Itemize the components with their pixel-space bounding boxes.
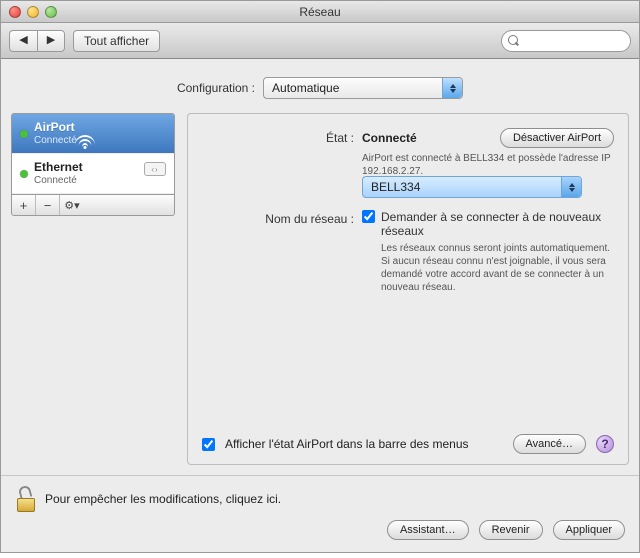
show-in-menubar-label: Afficher l'état AirPort dans la barre de…	[225, 437, 469, 451]
ethernet-icon: ‹›	[144, 162, 166, 176]
service-action-button[interactable]: ⚙︎▾	[60, 195, 84, 215]
forward-button[interactable]: ▶	[37, 30, 65, 52]
assistant-button[interactable]: Assistant…	[387, 520, 469, 540]
location-label: Configuration :	[177, 81, 255, 95]
window-title: Réseau	[1, 5, 639, 19]
search-input[interactable]	[512, 34, 640, 48]
ask-to-join-checkbox[interactable]	[362, 210, 375, 223]
titlebar: Réseau	[1, 1, 639, 23]
wifi-icon	[75, 135, 95, 149]
detail-panel: État : Connecté Désactiver AirPort AirPo…	[187, 113, 629, 465]
nav-segmented: ◀ ▶	[9, 30, 65, 52]
status-dot-icon	[20, 130, 28, 138]
gear-icon: ⚙︎▾	[64, 199, 79, 212]
back-button[interactable]: ◀	[9, 30, 37, 52]
revert-button[interactable]: Revenir	[479, 520, 543, 540]
toolbar: ◀ ▶ Tout afficher	[1, 23, 639, 59]
services-toolbar: + − ⚙︎▾	[11, 194, 175, 216]
deactivate-airport-button[interactable]: Désactiver AirPort	[500, 128, 614, 148]
service-status: Connecté	[34, 175, 83, 187]
advanced-button[interactable]: Avancé…	[513, 434, 587, 454]
status-dot-icon	[20, 170, 28, 178]
network-name-label: Nom du réseau :	[202, 210, 362, 226]
state-description: AirPort est connecté à BELL334 et possèd…	[362, 152, 614, 178]
arrow-left-icon: ◀	[19, 35, 27, 46]
search-field[interactable]	[501, 30, 631, 52]
network-prefs-window: Réseau ◀ ▶ Tout afficher Configuration :…	[0, 0, 640, 553]
location-row: Configuration : Automatique	[11, 71, 629, 113]
network-name-value: BELL334	[371, 180, 420, 194]
network-name-popup[interactable]: BELL334	[362, 176, 582, 198]
services-sidebar: AirPort Connecté Ethernet Connecté	[11, 113, 175, 216]
service-ethernet[interactable]: Ethernet Connecté ‹›	[12, 154, 174, 194]
show-all-button[interactable]: Tout afficher	[73, 30, 160, 52]
state-label: État :	[202, 128, 362, 145]
service-title: Ethernet	[34, 161, 83, 175]
help-button[interactable]: ?	[596, 435, 614, 453]
minimize-window-button[interactable]	[27, 6, 39, 18]
popup-arrows-icon	[442, 78, 462, 98]
services-list[interactable]: AirPort Connecté Ethernet Connecté	[11, 113, 175, 194]
ask-to-join-description: Les réseaux connus seront joints automat…	[381, 242, 614, 294]
arrow-right-icon: ▶	[47, 35, 55, 46]
lock-row[interactable]: Pour empêcher les modifications, cliquez…	[15, 486, 625, 512]
popup-arrows-icon	[561, 177, 581, 197]
location-popup[interactable]: Automatique	[263, 77, 463, 99]
service-title: AirPort	[34, 121, 77, 135]
apply-button[interactable]: Appliquer	[553, 520, 625, 540]
location-value: Automatique	[272, 81, 339, 95]
lock-text: Pour empêcher les modifications, cliquez…	[45, 492, 281, 506]
service-airport[interactable]: AirPort Connecté	[12, 114, 174, 154]
zoom-window-button[interactable]	[45, 6, 57, 18]
service-status: Connecté	[34, 135, 77, 147]
ask-to-join-label: Demander à se connecter à de nouveaux ré…	[381, 210, 614, 238]
content: Configuration : Automatique AirPort Conn…	[1, 59, 639, 475]
remove-service-button[interactable]: −	[36, 195, 60, 215]
state-value: Connecté	[362, 131, 417, 145]
add-service-button[interactable]: +	[12, 195, 36, 215]
close-window-button[interactable]	[9, 6, 21, 18]
bottom-bar: Pour empêcher les modifications, cliquez…	[1, 475, 639, 552]
window-controls	[1, 6, 57, 18]
lock-icon	[15, 486, 37, 512]
show-in-menubar-checkbox[interactable]	[202, 438, 215, 451]
